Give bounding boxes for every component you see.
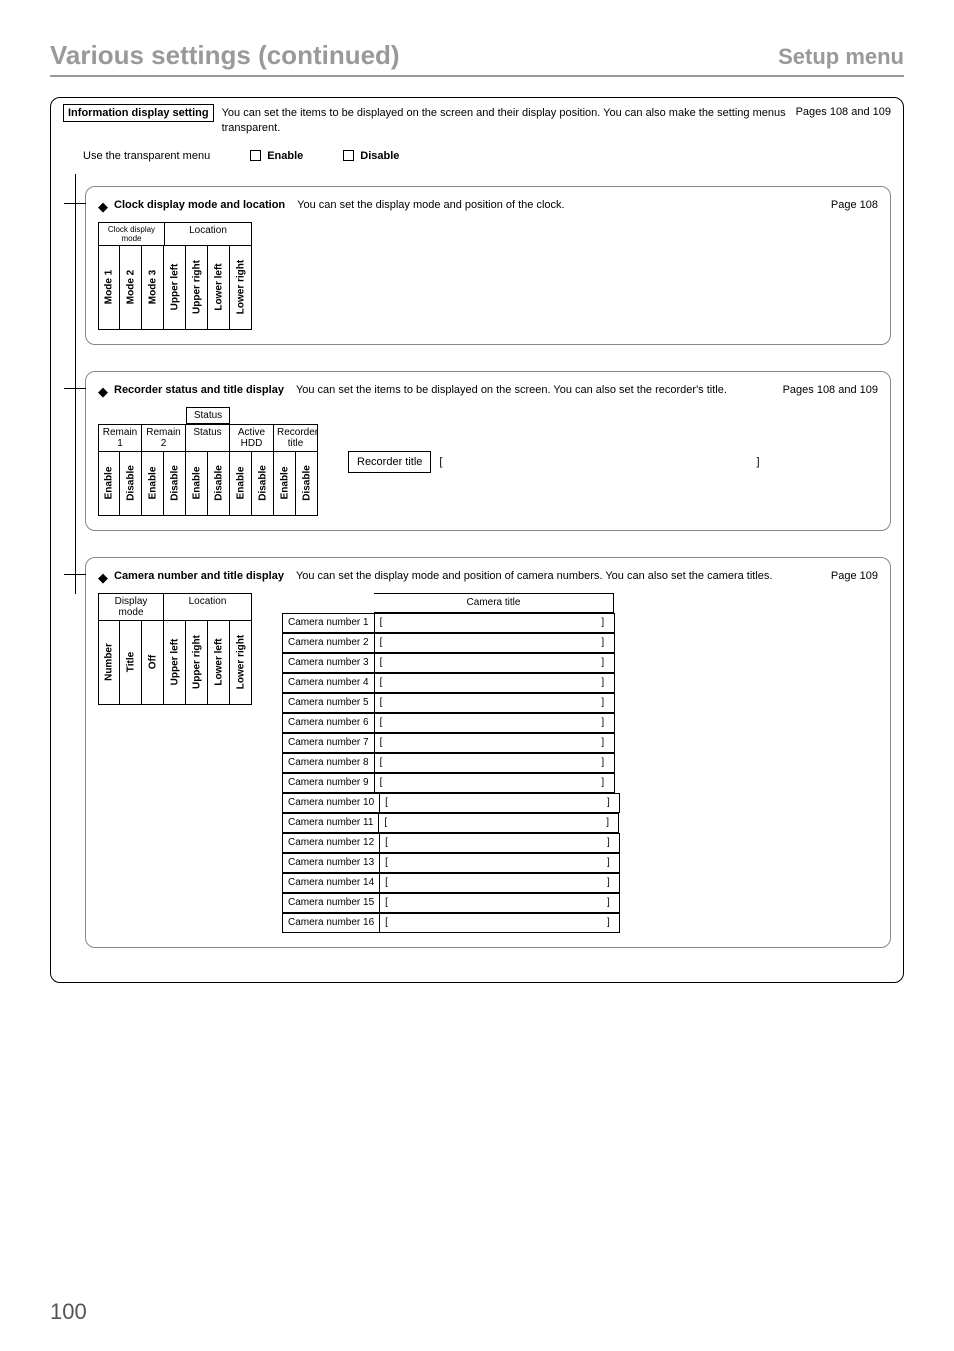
h-activehdd: Active HDD [230,424,274,452]
page-title: Various settings (continued) [50,40,400,71]
camera-desc: You can set the display mode and positio… [296,570,825,582]
clock-display-box: ◆ Clock display mode and location You ca… [85,186,891,345]
cam-title-input-2[interactable]: [] [375,633,615,653]
col-lowerright[interactable]: Lower right [230,246,252,330]
col-mode3[interactable]: Mode 3 [142,246,164,330]
cam-row-label: Camera number 10 [282,793,380,813]
cam-title-input-13[interactable]: [] [380,853,620,873]
camera-pageref: Page 109 [831,570,878,582]
col-mode2[interactable]: Mode 2 [120,246,142,330]
information-display-setting-box: Information display setting You can set … [50,97,904,983]
outer-pageref: Pages 108 and 109 [796,106,891,118]
cam-title-input-11[interactable]: [] [379,813,619,833]
h-remain1: Remain 1 [98,424,142,452]
cam-col-off[interactable]: Off [142,621,164,705]
recorder-title-input[interactable]: [] [439,455,759,469]
col-upperleft[interactable]: Upper left [164,246,186,330]
r-col-7[interactable]: Disable [252,452,274,516]
cam-col-ul[interactable]: Upper left [164,621,186,705]
cam-row-label: Camera number 12 [282,833,380,853]
r-col-1[interactable]: Disable [120,452,142,516]
cam-title-input-5[interactable]: [] [375,693,615,713]
cam-title-input-7[interactable]: [] [375,733,615,753]
r-col-2[interactable]: Enable [142,452,164,516]
r-col-5[interactable]: Disable [208,452,230,516]
cam-col-ur[interactable]: Upper right [186,621,208,705]
disable-label: Disable [360,150,399,162]
cam-group-location: Location [164,593,252,621]
recorder-status-box: ◆ Recorder status and title display You … [85,371,891,531]
cam-row-label: Camera number 1 [282,613,375,633]
r-col-3[interactable]: Disable [164,452,186,516]
recorder-status-group: Status [186,407,230,424]
cam-col-ll[interactable]: Lower left [208,621,230,705]
col-mode1[interactable]: Mode 1 [98,246,120,330]
page-number: 100 [50,1299,87,1325]
cam-title-input-1[interactable]: [] [375,613,615,633]
cam-row-label: Camera number 3 [282,653,375,673]
cam-col-lr[interactable]: Lower right [230,621,252,705]
cam-row-label: Camera number 4 [282,673,375,693]
camera-number-box: ◆ Camera number and title display You ca… [85,557,891,948]
cam-row-label: Camera number 6 [282,713,375,733]
h-status: Status [186,424,230,452]
cam-row-label: Camera number 15 [282,893,380,913]
cam-title-input-12[interactable]: [] [380,833,620,853]
cam-row-label: Camera number 9 [282,773,375,793]
cam-row-label: Camera number 13 [282,853,380,873]
cam-title-input-6[interactable]: [] [375,713,615,733]
r-col-6[interactable]: Enable [230,452,252,516]
cam-title-input-16[interactable]: [] [380,913,620,933]
camera-title-table: .Camera title Camera number 1[] Camera n… [282,593,620,933]
h-remain2: Remain 2 [142,424,186,452]
cam-row-label: Camera number 14 [282,873,380,893]
disable-checkbox[interactable]: Disable [343,150,399,162]
cam-title-input-9[interactable]: [] [375,773,615,793]
recorder-title-label: Recorder title [348,451,431,473]
cam-row-label: Camera number 5 [282,693,375,713]
r-col-9[interactable]: Disable [296,452,318,516]
cam-title-input-14[interactable]: [] [380,873,620,893]
outer-description: You can set the items to be displayed on… [222,106,788,136]
r-col-0[interactable]: Enable [98,452,120,516]
cam-title-input-15[interactable]: [] [380,893,620,913]
diamond-icon: ◆ [98,571,108,584]
cam-col-number[interactable]: Number [98,621,120,705]
enable-label: Enable [267,150,303,162]
clock-pageref: Page 108 [831,199,878,211]
outer-label: Information display setting [63,104,214,122]
cam-group-mode: Display mode [98,593,164,621]
cam-title-input-8[interactable]: [] [375,753,615,773]
r-col-8[interactable]: Enable [274,452,296,516]
diamond-icon: ◆ [98,200,108,213]
cam-row-label: Camera number 8 [282,753,375,773]
cam-row-label: Camera number 11 [282,813,379,833]
cam-title-input-4[interactable]: [] [375,673,615,693]
recorder-columns: Enable Disable Enable Disable Enable Dis… [98,452,318,516]
col-upperright[interactable]: Upper right [186,246,208,330]
section-heading: Setup menu [778,44,904,70]
cam-col-title[interactable]: Title [120,621,142,705]
r-col-4[interactable]: Enable [186,452,208,516]
cam-row-label: Camera number 7 [282,733,375,753]
camera-heading: Camera number and title display [114,570,284,582]
cam-row-label: Camera number 2 [282,633,375,653]
enable-checkbox[interactable]: Enable [250,150,303,162]
cam-title-input-3[interactable]: [] [375,653,615,673]
clock-group-location: Location [164,222,252,246]
cam-title-input-10[interactable]: [] [380,793,620,813]
clock-group-mode: Clock display mode [98,222,164,246]
diamond-icon: ◆ [98,385,108,398]
recorder-pageref: Pages 108 and 109 [783,384,878,396]
transparent-menu-label: Use the transparent menu [83,150,210,162]
clock-columns: Mode 1 Mode 2 Mode 3 Upper left Upper ri… [98,246,252,330]
clock-heading: Clock display mode and location [114,199,285,211]
cam-row-label: Camera number 16 [282,913,380,933]
recorder-heading: Recorder status and title display [114,384,284,396]
h-rectitle: Recorder title [274,424,318,452]
camera-title-header: Camera title [374,593,614,613]
clock-desc: You can set the display mode and positio… [297,199,825,211]
recorder-desc: You can set the items to be displayed on… [296,384,777,396]
col-lowerleft[interactable]: Lower left [208,246,230,330]
